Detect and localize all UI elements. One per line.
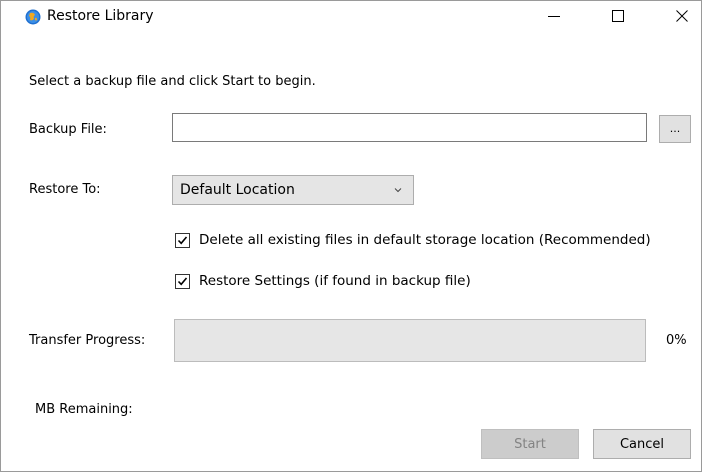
checkmark-icon (177, 277, 188, 286)
maximize-button[interactable] (595, 1, 641, 31)
start-button[interactable]: Start (481, 429, 579, 459)
close-icon (676, 10, 688, 22)
transfer-percent: 0% (666, 333, 687, 348)
transfer-progress-label: Transfer Progress: (29, 333, 146, 348)
restore-settings-checkbox[interactable] (175, 274, 190, 289)
delete-existing-label[interactable]: Delete all existing files in default sto… (199, 232, 651, 249)
browse-button[interactable]: ... (659, 115, 691, 143)
backup-file-input[interactable] (172, 113, 647, 142)
restore-settings-label[interactable]: Restore Settings (if found in backup fil… (199, 273, 471, 290)
close-button[interactable] (659, 1, 702, 31)
restore-to-dropdown[interactable]: Default Location (172, 175, 414, 205)
backup-file-label: Backup File: (29, 122, 107, 137)
checkmark-icon (177, 236, 188, 245)
minimize-button[interactable] (531, 1, 577, 31)
globe-icon (25, 9, 41, 25)
restore-to-label: Restore To: (29, 182, 101, 197)
minimize-icon (548, 16, 560, 17)
restore-to-selected-value: Default Location (180, 182, 295, 198)
maximize-icon (612, 10, 624, 22)
chevron-down-icon (394, 188, 402, 193)
mb-remaining-label: MB Remaining: (35, 402, 133, 417)
title-bar[interactable]: Restore Library (1, 1, 701, 31)
window-title: Restore Library (47, 8, 154, 24)
cancel-button[interactable]: Cancel (593, 429, 691, 459)
restore-library-dialog: Restore Library Select a backup file and… (0, 0, 702, 472)
transfer-progress-bar (174, 319, 646, 362)
delete-existing-checkbox[interactable] (175, 233, 190, 248)
instructions-text: Select a backup file and click Start to … (29, 74, 316, 89)
